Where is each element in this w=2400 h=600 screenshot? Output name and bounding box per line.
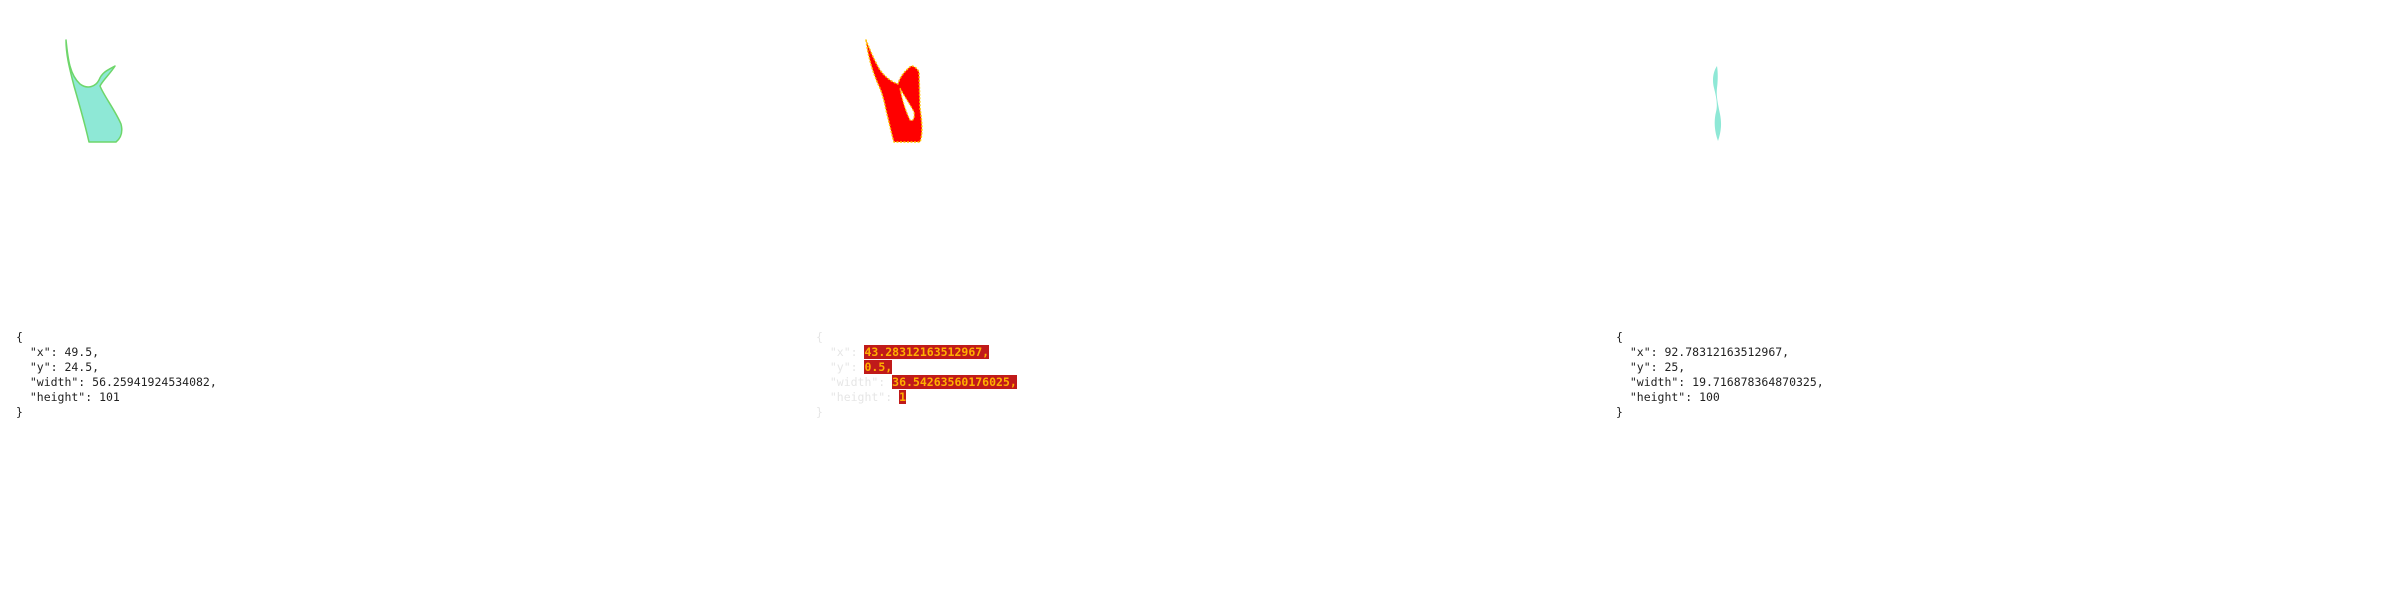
red-diff-outer-path — [865, 39, 923, 143]
right-panel: { "x": 92.78312163512967, "y": 25, "width":… — [1600, 0, 2400, 600]
diff-y-value: 0.5, — [864, 360, 893, 374]
green-pennant-path — [65, 39, 123, 143]
readout-width: "width": 19.716878364870325, — [1629, 375, 1824, 389]
readout-open-brace: { — [1616, 330, 1623, 344]
readout-close-brace: } — [1616, 405, 1623, 419]
diff-height-value: 1 — [899, 390, 907, 404]
left-panel: { "x": 49.5, "y": 24.5, "width": 56.2594192… — [0, 0, 800, 600]
diff-x-key: "x": — [829, 345, 865, 359]
diff-width-value: 36.54263560176025, — [892, 375, 1017, 389]
diff-open-brace: { — [816, 330, 823, 344]
cyan-sliver-path — [1713, 66, 1722, 141]
readout-x: "x": 92.78312163512967, — [1629, 345, 1790, 359]
diff-y-line: "y": 0.5, — [816, 360, 1017, 375]
diff-x-value: 43.28312163512967, — [864, 345, 990, 359]
diff-height-key: "height": — [829, 390, 900, 404]
green-pennant-shape — [65, 39, 123, 143]
diff-x-line: "x": 43.28312163512967, — [816, 345, 1017, 360]
readout-x: "x": 49.5, — [29, 345, 100, 359]
readout-width: "width": 56.25941924534082, — [29, 375, 217, 389]
diff-panel: {"x": 43.28312163512967, "y": 0.5, "width"… — [800, 0, 1600, 600]
bbox-readout-right: { "x": 92.78312163512967, "y": 25, "width":… — [1616, 330, 1824, 420]
diff-width-key: "width": — [829, 375, 893, 389]
readout-open-brace: { — [16, 330, 23, 344]
bbox-readout-left: { "x": 49.5, "y": 24.5, "width": 56.2594192… — [16, 330, 217, 420]
readout-close-brace: } — [16, 405, 23, 419]
red-diff-shape — [865, 39, 923, 143]
readout-height: "height": 100 — [1629, 390, 1720, 404]
cyan-sliver-shape — [1713, 66, 1722, 141]
diff-height-line: "height": 1 — [816, 390, 1017, 405]
bbox-readout-diff: {"x": 43.28312163512967, "y": 0.5, "width"… — [816, 330, 1017, 420]
readout-y: "y": 25, — [1629, 360, 1686, 374]
diff-y-key: "y": — [829, 360, 865, 374]
readout-y: "y": 24.5, — [29, 360, 100, 374]
readout-height: "height": 101 — [29, 390, 120, 404]
diff-close-brace: } — [816, 405, 823, 419]
diff-width-line: "width": 36.54263560176025, — [816, 375, 1017, 390]
